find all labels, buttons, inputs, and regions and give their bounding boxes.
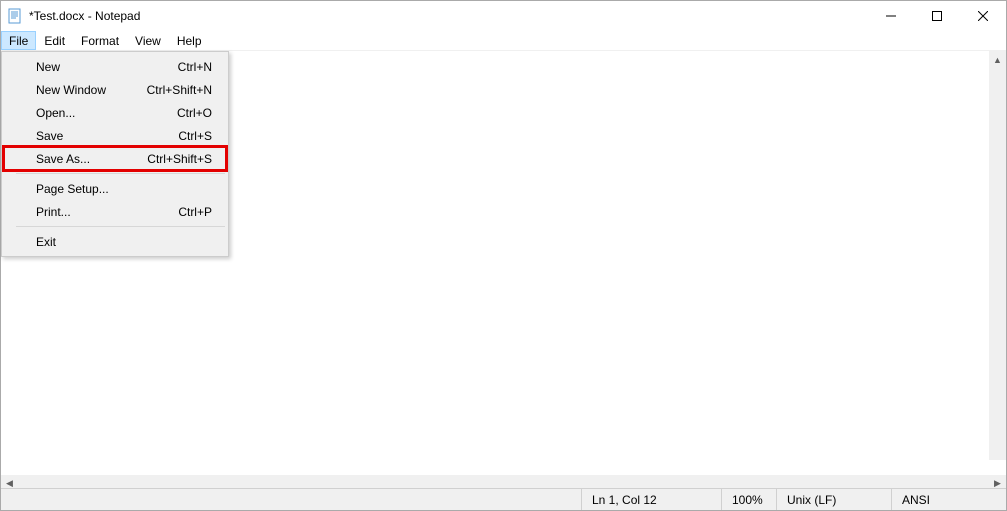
- statusbar: Ln 1, Col 12 100% Unix (LF) ANSI: [1, 488, 1006, 510]
- window-controls: [868, 1, 1006, 31]
- menu-item-save-as[interactable]: Save As... Ctrl+Shift+S: [4, 147, 226, 170]
- menu-file[interactable]: File: [1, 31, 36, 50]
- menu-item-label: New Window: [36, 83, 106, 97]
- menu-item-new-window[interactable]: New Window Ctrl+Shift+N: [4, 78, 226, 101]
- menu-item-shortcut: Ctrl+S: [178, 129, 212, 143]
- menu-separator: [16, 173, 225, 174]
- minimize-button[interactable]: [868, 1, 914, 31]
- status-zoom: 100%: [721, 489, 776, 510]
- menu-item-new[interactable]: New Ctrl+N: [4, 55, 226, 78]
- menu-item-open[interactable]: Open... Ctrl+O: [4, 101, 226, 124]
- menu-item-label: Save: [36, 129, 63, 143]
- scroll-up-icon[interactable]: ▲: [989, 51, 1006, 68]
- status-encoding: ANSI: [891, 489, 1006, 510]
- menu-item-shortcut: Ctrl+P: [178, 205, 212, 219]
- menu-item-exit[interactable]: Exit: [4, 230, 226, 253]
- menu-item-label: New: [36, 60, 60, 74]
- menu-item-shortcut: Ctrl+N: [178, 60, 212, 74]
- menu-edit[interactable]: Edit: [36, 31, 73, 50]
- menu-item-shortcut: Ctrl+Shift+S: [147, 152, 212, 166]
- maximize-button[interactable]: [914, 1, 960, 31]
- menu-item-shortcut: Ctrl+O: [177, 106, 212, 120]
- menu-item-print[interactable]: Print... Ctrl+P: [4, 200, 226, 223]
- menubar: File Edit Format View Help: [1, 31, 1006, 51]
- file-menu-dropdown: New Ctrl+N New Window Ctrl+Shift+N Open... Ct…: [1, 51, 229, 257]
- menu-item-label: Open...: [36, 106, 75, 120]
- menu-help[interactable]: Help: [169, 31, 210, 50]
- menu-view[interactable]: View: [127, 31, 169, 50]
- menu-item-save[interactable]: Save Ctrl+S: [4, 124, 226, 147]
- vertical-scrollbar[interactable]: ▲: [989, 51, 1006, 460]
- menu-format[interactable]: Format: [73, 31, 127, 50]
- menu-item-label: Exit: [36, 235, 56, 249]
- menu-item-label: Print...: [36, 205, 71, 219]
- window-title: *Test.docx - Notepad: [29, 9, 140, 23]
- status-cursor-position: Ln 1, Col 12: [581, 489, 721, 510]
- menu-item-label: Page Setup...: [36, 182, 109, 196]
- close-button[interactable]: [960, 1, 1006, 31]
- notepad-icon: [7, 8, 23, 24]
- menu-item-shortcut: Ctrl+Shift+N: [147, 83, 212, 97]
- titlebar: *Test.docx - Notepad: [1, 1, 1006, 31]
- menu-item-label: Save As...: [36, 152, 90, 166]
- menu-item-page-setup[interactable]: Page Setup...: [4, 177, 226, 200]
- menu-separator: [16, 226, 225, 227]
- status-line-ending: Unix (LF): [776, 489, 891, 510]
